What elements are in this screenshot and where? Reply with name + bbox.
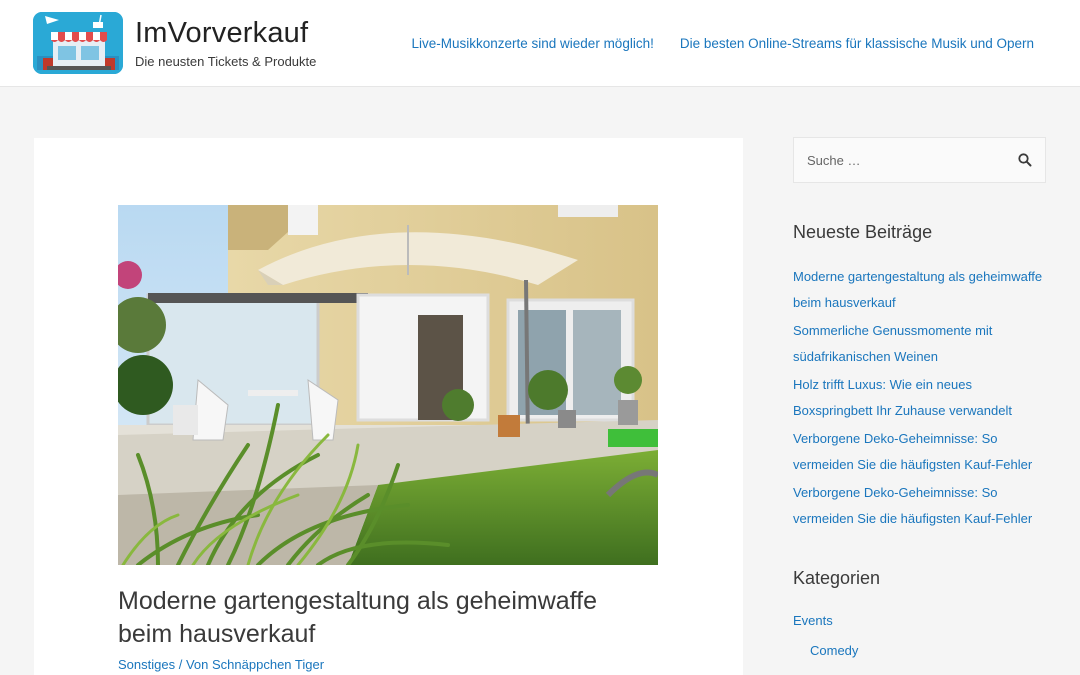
site-title[interactable]: ImVorverkauf [135,17,308,50]
search-icon[interactable] [1017,152,1033,168]
category-link-events[interactable]: Events [793,613,833,628]
category-link-comedy[interactable]: Comedy [810,643,858,658]
list-item: Moderne gartengestaltung als geheimwaffe… [793,264,1046,315]
recent-post-link[interactable]: Verborgene Deko-Geheimnisse: So vermeide… [793,431,1032,472]
list-item: Holz trifft Luxus: Wie ein neues Boxspri… [793,372,1046,423]
recent-post-link[interactable]: Verborgene Deko-Geheimnisse: So vermeide… [793,485,1032,526]
author-prefix: Von [185,657,209,672]
recent-post-link[interactable]: Sommerliche Genussmomente mit südafrikan… [793,323,992,364]
recent-post-link[interactable]: Moderne gartengestaltung als geheimwaffe… [793,269,1042,310]
site-logo[interactable] [33,12,123,74]
list-item: Verborgene Deko-Geheimnisse: So vermeide… [793,480,1046,531]
recent-post-link[interactable]: Holz trifft Luxus: Wie ein neues Boxspri… [793,377,1012,418]
recent-posts-list: Moderne gartengestaltung als geheimwaffe… [793,264,1046,534]
categories-title: Kategorien [793,568,881,588]
primary-navigation: Live-Musikkonzerte sind wieder möglich! … [411,36,1034,51]
categories-list: Events Comedy [793,610,858,670]
recent-posts-title: Neueste Beiträge [793,222,933,242]
nav-item-live-musikkonzerte[interactable]: Live-Musikkonzerte sind wieder möglich! [411,36,653,51]
list-item: Comedy [793,640,858,662]
featured-image[interactable] [118,205,658,565]
storefront-logo-icon [33,12,123,74]
search-form [793,137,1046,183]
nav-item-online-streams[interactable]: Die besten Online-Streams für klassische… [680,36,1034,51]
post-title[interactable]: Moderne gartengestaltung als geheimwaffe… [118,585,658,651]
post-card: Moderne gartengestaltung als geheimwaffe… [34,138,743,675]
meta-separator: / [178,657,183,672]
site-description: Die neusten Tickets & Produkte [135,54,317,69]
list-item: Verborgene Deko-Geheimnisse: So vermeide… [793,426,1046,477]
post-category-link[interactable]: Sonstiges [118,657,175,672]
post-author-link[interactable]: Schnäppchen Tiger [212,657,324,672]
site-header: ImVorverkauf Die neusten Tickets & Produ… [0,0,1080,87]
list-item: Sommerliche Genussmomente mit südafrikan… [793,318,1046,369]
garden-terrace-photo [118,205,658,565]
post-meta: Sonstiges / Von Schnäppchen Tiger [118,657,324,672]
search-input[interactable] [794,138,1004,182]
list-item: Events [793,610,858,632]
